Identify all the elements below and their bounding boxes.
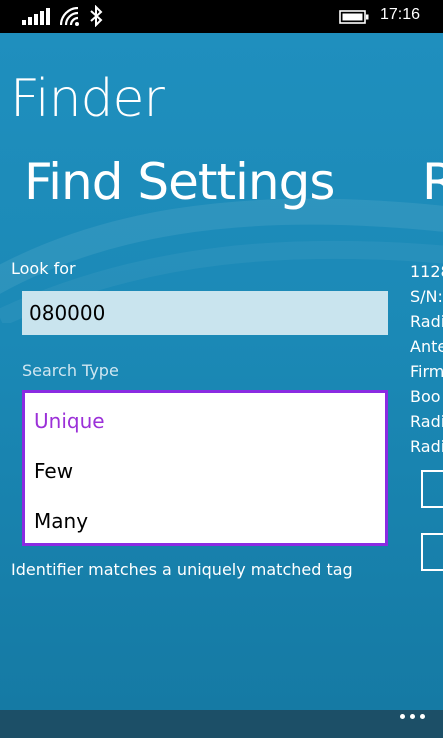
peek-line: Radi bbox=[410, 412, 443, 431]
peek-line: Ante bbox=[410, 337, 443, 356]
pivot-header-next[interactable]: R bbox=[422, 153, 443, 211]
clock: 17:16 bbox=[380, 6, 421, 23]
peek-button[interactable] bbox=[421, 533, 443, 571]
battery-icon bbox=[339, 10, 369, 24]
app-body: Finder Find Settings R Look for 080000 S… bbox=[0, 33, 443, 710]
search-type-option-many[interactable]: Many bbox=[34, 509, 88, 533]
search-type-listbox[interactable]: Unique Few Many bbox=[22, 390, 388, 546]
next-panel-peek: 1128 S/N: Radi Ante Firm Boo Radi Radi bbox=[410, 259, 443, 459]
peek-line: Radi bbox=[410, 312, 443, 331]
peek-line: 1128 bbox=[410, 262, 443, 281]
peek-line: Radi bbox=[410, 437, 443, 456]
wifi-icon bbox=[60, 7, 79, 26]
peek-line: S/N: bbox=[410, 287, 443, 306]
search-type-option-unique[interactable]: Unique bbox=[34, 409, 105, 433]
signal-icon bbox=[22, 8, 50, 25]
search-type-option-few[interactable]: Few bbox=[34, 459, 73, 483]
ellipsis-icon[interactable] bbox=[400, 714, 426, 722]
app-title: Finder bbox=[10, 69, 165, 129]
look-for-label: Look for bbox=[11, 259, 76, 278]
peek-line: Firm bbox=[410, 362, 443, 381]
bluetooth-icon bbox=[90, 5, 103, 27]
app-bar bbox=[0, 710, 443, 738]
peek-line: Boo bbox=[410, 387, 441, 406]
search-type-label: Search Type bbox=[22, 361, 119, 380]
status-bar: 17:16 bbox=[0, 0, 443, 33]
pivot-header-find-settings[interactable]: Find Settings bbox=[24, 153, 335, 211]
search-type-description: Identifier matches a uniquely matched ta… bbox=[11, 560, 353, 579]
peek-button[interactable] bbox=[421, 470, 443, 508]
look-for-input[interactable]: 080000 bbox=[22, 291, 388, 335]
